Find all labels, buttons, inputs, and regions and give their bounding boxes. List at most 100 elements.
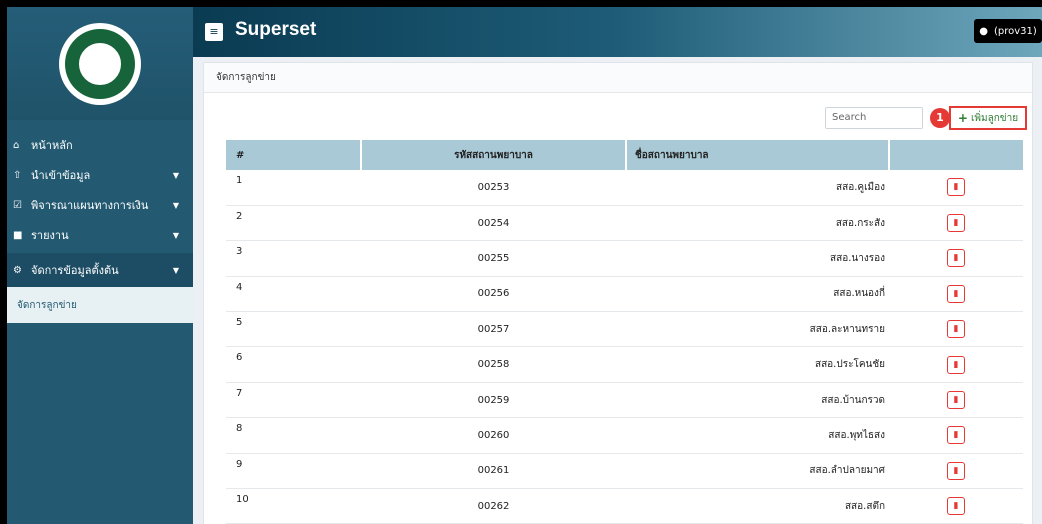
delete-button[interactable]: ▮ xyxy=(947,214,965,233)
row-number: 8 xyxy=(236,423,243,435)
facility-name: สสอ.นางรอง xyxy=(830,252,885,264)
facility-code: 00257 xyxy=(477,323,510,335)
table-row: 7 00259 สสอ.บ้านกรวด ▮ xyxy=(226,382,1023,418)
user-icon: ● xyxy=(979,25,988,37)
clients-table: # รหัสสถานพยาบาล ชื่อสถานพยาบาล 1 00253 สส… xyxy=(226,140,1023,524)
sidebar-subitem-label: จัดการลูกข่าย xyxy=(17,299,77,311)
delete-button[interactable]: ▮ xyxy=(947,426,965,445)
row-number: 7 xyxy=(236,387,243,399)
sidebar-item-finance[interactable]: ☑ พิจารณาแผนทางการเงิน ▼ xyxy=(7,193,193,217)
row-actions: ▮ xyxy=(889,170,1023,205)
sidebar-item-master-data[interactable]: ⚙ จัดการข้อมูลตั้งต้น ▼ xyxy=(7,253,193,287)
row-number: 6 xyxy=(236,352,243,364)
trash-icon: ▮ xyxy=(953,430,959,441)
facility-code: 00253 xyxy=(477,181,510,193)
trash-icon: ▮ xyxy=(953,395,959,406)
facility-name: สสอ.ละหานทราย xyxy=(809,323,885,335)
table-body: 1 00253 สสอ.คูเมือง ▮ 2 00254 สสอ.กระสัง ▮ 3 0025… xyxy=(226,170,1023,524)
row-number: 4 xyxy=(236,281,243,293)
row-actions: ▮ xyxy=(889,276,1023,311)
table-row: 6 00258 สสอ.ประโคนชัย ▮ xyxy=(226,347,1023,383)
row-actions: ▮ xyxy=(889,241,1023,276)
trash-icon: ▮ xyxy=(953,501,959,512)
trash-icon: ▮ xyxy=(953,182,959,193)
table-row: 3 00255 สสอ.นางรอง ▮ xyxy=(226,241,1023,277)
facility-code: 00255 xyxy=(477,252,510,264)
column-header-code: รหัสสถานพยาบาล xyxy=(361,140,627,170)
sidebar-item-label: พิจารณาแผนทางการเงิน xyxy=(31,199,149,212)
table-header-row: # รหัสสถานพยาบาล ชื่อสถานพยาบาล xyxy=(226,140,1023,170)
table-row: 9 00261 สสอ.ลำปลายมาศ ▮ xyxy=(226,453,1023,489)
sidebar-toggle-button[interactable]: ≡ xyxy=(205,23,223,41)
row-number: 5 xyxy=(236,317,243,329)
facility-name: สสอ.หนองกี่ xyxy=(833,288,885,300)
trash-icon: ▮ xyxy=(953,324,959,335)
sidebar-item-label: จัดการข้อมูลตั้งต้น xyxy=(31,264,119,277)
facility-code: 00259 xyxy=(477,394,510,406)
facility-code: 00254 xyxy=(477,217,510,229)
sidebar-item-label: หน้าหลัก xyxy=(31,139,73,152)
row-number: 9 xyxy=(236,458,243,470)
facility-code: 00261 xyxy=(477,465,510,477)
delete-button[interactable]: ▮ xyxy=(947,178,965,197)
chevron-down-icon: ▼ xyxy=(172,200,179,210)
column-header-name: ชื่อสถานพยาบาล xyxy=(626,140,890,170)
trash-icon: ▮ xyxy=(953,288,959,299)
trash-icon: ▮ xyxy=(953,218,959,229)
sidebar-subitem-clients[interactable]: จัดการลูกข่าย xyxy=(7,287,193,323)
facility-name: สสอ.ประโคนชัย xyxy=(814,359,885,371)
window-border-left xyxy=(0,0,7,524)
facility-name: สสอ.กระสัง xyxy=(835,217,885,229)
trash-icon: ▮ xyxy=(953,465,959,476)
sidebar: ⌂ หน้าหลัก ⇧ นำเข้าข้อมูล ▼ ☑ พิจารณาแผน… xyxy=(7,7,193,524)
table-row: 10 00262 สสอ.สตึก ▮ xyxy=(226,489,1023,524)
home-icon: ⌂ xyxy=(13,139,20,151)
delete-button[interactable]: ▮ xyxy=(947,249,965,268)
check-square-icon: ☑ xyxy=(13,199,22,211)
sidebar-item-import[interactable]: ⇧ นำเข้าข้อมูล ▼ xyxy=(7,163,193,187)
delete-button[interactable]: ▮ xyxy=(947,461,965,480)
row-actions: ▮ xyxy=(889,205,1023,240)
column-header-actions xyxy=(889,140,1023,170)
row-actions: ▮ xyxy=(889,347,1023,382)
table-row: 5 00257 สสอ.ละหานทราย ▮ xyxy=(226,312,1023,347)
sidebar-item-label: นำเข้าข้อมูล xyxy=(31,169,91,182)
add-client-label: เพิ่มลูกข่าย xyxy=(970,112,1019,124)
facility-name: สสอ.คูเมือง xyxy=(836,181,885,193)
facility-name: สสอ.ลำปลายมาศ xyxy=(809,465,885,477)
chevron-down-icon: ▼ xyxy=(172,230,179,240)
plus-icon: + xyxy=(957,111,968,125)
facility-name: สสอ.สตึก xyxy=(844,500,885,512)
row-actions: ▮ xyxy=(889,453,1023,488)
main-panel: จัดการลูกข่าย Search 1 + เพิ่มลูกข่าย # … xyxy=(203,62,1033,524)
sidebar-item-report[interactable]: ■ รายงาน ▼ xyxy=(7,223,193,247)
upload-icon: ⇧ xyxy=(13,169,22,181)
delete-button[interactable]: ▮ xyxy=(947,320,965,339)
delete-button[interactable]: ▮ xyxy=(947,284,965,303)
sidebar-item-home[interactable]: ⌂ หน้าหลัก xyxy=(7,133,193,157)
column-header-number: # xyxy=(226,140,362,170)
delete-button[interactable]: ▮ xyxy=(947,497,965,516)
user-menu-button[interactable]: ● (prov31) xyxy=(974,19,1042,43)
window-border-top xyxy=(0,0,1042,7)
chevron-down-icon: ▼ xyxy=(172,170,179,180)
facility-code: 00262 xyxy=(477,500,510,512)
trash-icon: ▮ xyxy=(953,253,959,264)
logo-area xyxy=(7,7,193,120)
annotation-badge: 1 xyxy=(930,108,950,128)
top-navbar: ≡ Superset ● (prov31) xyxy=(193,7,1042,57)
chevron-down-icon: ▼ xyxy=(172,265,179,275)
file-icon: ■ xyxy=(13,229,23,241)
row-actions: ▮ xyxy=(889,418,1023,453)
facility-code: 00258 xyxy=(477,359,510,371)
app-title: Superset xyxy=(235,19,317,40)
row-actions: ▮ xyxy=(889,312,1023,347)
search-input[interactable]: Search xyxy=(825,107,923,129)
panel-title: จัดการลูกข่าย xyxy=(204,63,1032,93)
table-row: 4 00256 สสอ.หนองกี่ ▮ xyxy=(226,276,1023,312)
sidebar-item-label: รายงาน xyxy=(31,229,69,242)
delete-button[interactable]: ▮ xyxy=(947,355,965,374)
delete-button[interactable]: ▮ xyxy=(947,391,965,410)
add-client-button[interactable]: + เพิ่มลูกข่าย xyxy=(949,106,1027,130)
facility-code: 00256 xyxy=(477,288,510,300)
